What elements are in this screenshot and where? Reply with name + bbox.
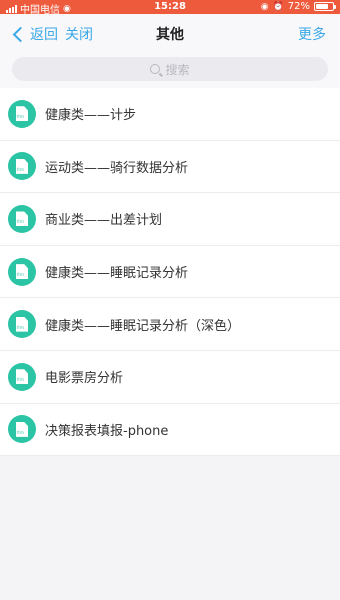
lock-rotation-icon: ◉ [260,1,269,12]
list-item-label: 健康类——睡眠记录分析 [45,266,189,282]
nav-bar: 返回 关闭 其他 更多 [0,14,340,52]
search-input[interactable]: 搜索 [12,57,328,81]
list-item[interactable]: frm 商业类——出差计划 [0,193,340,246]
frm-file-icon: frm [8,310,36,339]
list-item-label: 健康类——计步 [45,108,137,124]
battery-percent: 72% [287,1,310,12]
empty-area [0,456,340,600]
page-title: 其他 [156,27,184,43]
list-item-label: 运动类——骑行数据分析 [45,160,189,176]
frm-file-icon: frm [8,99,36,128]
list-item-label: 商业类——出差计划 [45,213,163,229]
frm-file-icon: frm [8,362,36,391]
alarm-icon: ⏰ [272,1,284,12]
report-list: frm 健康类——计步 frm 运动类——骑行数据分析 frm 商业类——出差计… [0,88,340,457]
list-item[interactable]: frm 健康类——计步 [0,88,340,141]
list-item[interactable]: frm 健康类——睡眠记录分析 [0,246,340,299]
more-button[interactable]: 更多 [298,24,326,44]
frm-file-icon: frm [8,152,36,181]
frm-file-icon: frm [8,257,36,286]
list-item[interactable]: frm 健康类——睡眠记录分析（深色） [0,298,340,351]
battery-icon [314,2,336,11]
list-item[interactable]: frm 电影票房分析 [0,351,340,404]
search-area: 搜索 [0,52,340,88]
list-item[interactable]: frm 决策报表填报-phone [0,404,340,457]
frm-file-icon: frm [8,415,36,444]
list-item-label: 健康类——睡眠记录分析（深色） [45,318,241,334]
status-bar: 中国电信 ◉ 15:28 ◉ ⏰ 72% [0,0,340,16]
status-right: ◉ ⏰ 72% [260,1,336,12]
frm-file-icon: frm [8,204,36,233]
list-item-label: 决策报表填报-phone [45,423,169,439]
list-item[interactable]: frm 运动类——骑行数据分析 [0,141,340,194]
list-item-label: 电影票房分析 [45,371,124,387]
search-icon [150,64,161,74]
search-placeholder: 搜索 [165,62,190,77]
